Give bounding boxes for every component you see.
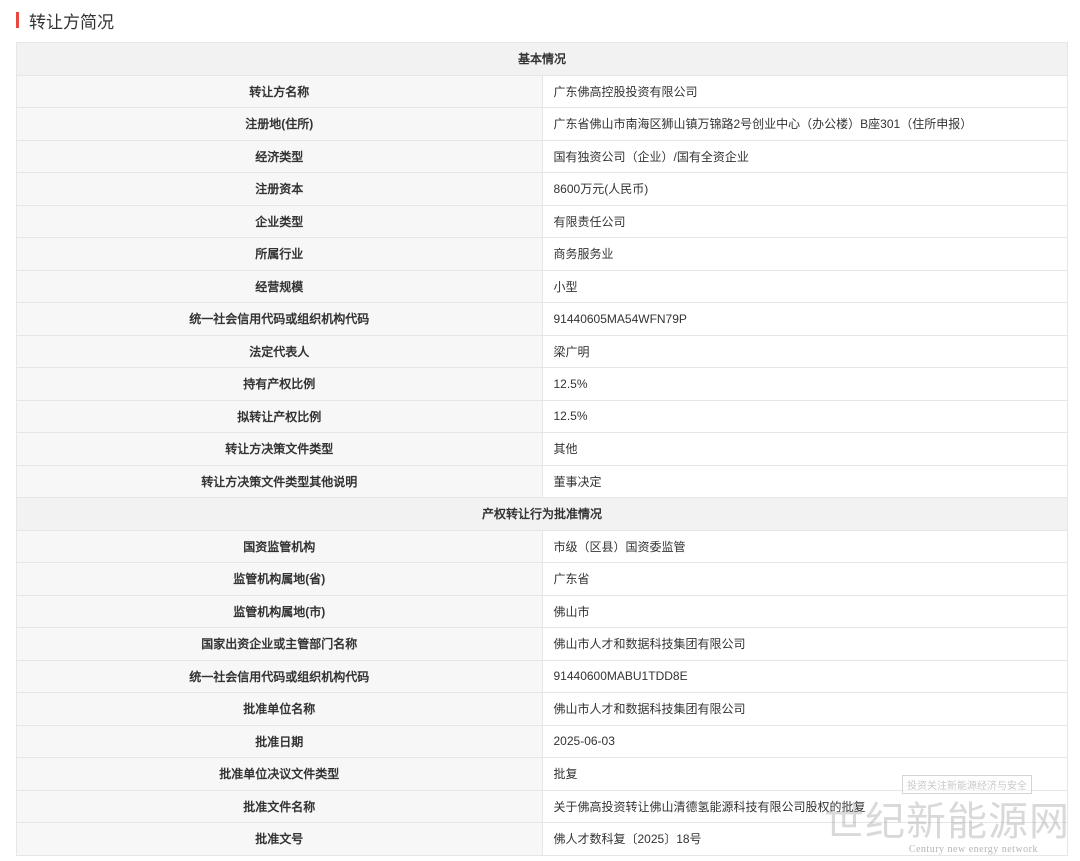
row-value: 佛山市人才和数据科技集团有限公司: [541, 692, 1068, 726]
row-label: 注册资本: [16, 172, 543, 206]
row-label: 批准日期: [16, 724, 543, 758]
table-row: 国资监管机构 市级（区县）国资委监管: [16, 529, 1068, 563]
table-row: 转让方决策文件类型 其他: [16, 432, 1068, 466]
row-label: 监管机构属地(市): [16, 594, 543, 628]
table-row: 所属行业 商务服务业: [16, 237, 1068, 271]
row-label: 所属行业: [16, 237, 543, 271]
row-value: 商务服务业: [541, 237, 1068, 271]
row-value: 佛山市人才和数据科技集团有限公司: [541, 627, 1068, 661]
row-value: 广东省: [541, 562, 1068, 596]
row-label: 持有产权比例: [16, 367, 543, 401]
info-table-body: 基本情况 转让方名称 广东佛高控股投资有限公司 注册地(住所) 广东省佛山市南海区狮山镇…: [16, 42, 1068, 856]
row-value: 佛人才数科复〔2025〕18号: [541, 822, 1068, 856]
row-value: 小型: [541, 269, 1068, 303]
row-value: 有限责任公司: [541, 204, 1068, 238]
table-row: 法定代表人 梁广明: [16, 334, 1068, 368]
section-heading: 基本情况: [16, 42, 1068, 76]
table-row: 统一社会信用代码或组织机构代码 91440605MA54WFN79P: [16, 302, 1068, 336]
row-label: 拟转让产权比例: [16, 399, 543, 433]
section-heading-row: 基本情况: [16, 42, 1068, 76]
table-row: 批准单位决议文件类型 批复: [16, 757, 1068, 791]
row-label: 经济类型: [16, 139, 543, 173]
row-value: 梁广明: [541, 334, 1068, 368]
row-value: 广东省佛山市南海区狮山镇万锦路2号创业中心（办公楼）B座301（住所申报）: [541, 107, 1068, 141]
row-label: 转让方名称: [16, 74, 543, 108]
row-label: 监管机构属地(省): [16, 562, 543, 596]
row-value: 91440600MABU1TDD8E: [541, 659, 1068, 693]
row-value: 12.5%: [541, 399, 1068, 433]
row-label: 经营规模: [16, 269, 543, 303]
row-value: 关于佛高投资转让佛山清德氢能源科技有限公司股权的批复: [541, 789, 1068, 823]
section-heading-row: 产权转让行为批准情况: [16, 497, 1068, 531]
row-label: 注册地(住所): [16, 107, 543, 141]
section-header: 转让方简况: [16, 8, 114, 32]
row-value: 8600万元(人民币): [541, 172, 1068, 206]
table-row: 监管机构属地(市) 佛山市: [16, 594, 1068, 628]
table-row: 转让方决策文件类型其他说明 董事决定: [16, 464, 1068, 498]
row-value: 批复: [541, 757, 1068, 791]
row-label: 转让方决策文件类型: [16, 432, 543, 466]
row-value: 91440605MA54WFN79P: [541, 302, 1068, 336]
row-label: 国家出资企业或主管部门名称: [16, 627, 543, 661]
table-row: 拟转让产权比例 12.5%: [16, 399, 1068, 433]
row-value: 佛山市: [541, 594, 1068, 628]
table-row: 批准文件名称 关于佛高投资转让佛山清德氢能源科技有限公司股权的批复: [16, 789, 1068, 823]
accent-bar: [16, 12, 19, 28]
row-value: 2025-06-03: [541, 724, 1068, 758]
table-row: 企业类型 有限责任公司: [16, 204, 1068, 238]
row-label: 批准文号: [16, 822, 543, 856]
section-heading: 产权转让行为批准情况: [16, 497, 1068, 531]
row-value: 市级（区县）国资委监管: [541, 529, 1068, 563]
table-row: 注册地(住所) 广东省佛山市南海区狮山镇万锦路2号创业中心（办公楼）B座301（住…: [16, 107, 1068, 141]
table-row: 批准日期 2025-06-03: [16, 724, 1068, 758]
table-row: 持有产权比例 12.5%: [16, 367, 1068, 401]
row-label: 统一社会信用代码或组织机构代码: [16, 302, 543, 336]
table-row: 国家出资企业或主管部门名称 佛山市人才和数据科技集团有限公司: [16, 627, 1068, 661]
table-row: 注册资本 8600万元(人民币): [16, 172, 1068, 206]
row-value: 其他: [541, 432, 1068, 466]
row-label: 统一社会信用代码或组织机构代码: [16, 659, 543, 693]
row-label: 企业类型: [16, 204, 543, 238]
row-value: 广东佛高控股投资有限公司: [541, 74, 1068, 108]
table-row: 经营规模 小型: [16, 269, 1068, 303]
table-row: 经济类型 国有独资公司（企业）/国有全资企业: [16, 139, 1068, 173]
row-label: 批准单位决议文件类型: [16, 757, 543, 791]
row-value: 国有独资公司（企业）/国有全资企业: [541, 139, 1068, 173]
table-row: 转让方名称 广东佛高控股投资有限公司: [16, 74, 1068, 108]
table-row: 批准单位名称 佛山市人才和数据科技集团有限公司: [16, 692, 1068, 726]
row-label: 转让方决策文件类型其他说明: [16, 464, 543, 498]
row-label: 国资监管机构: [16, 529, 543, 563]
table-row: 统一社会信用代码或组织机构代码 91440600MABU1TDD8E: [16, 659, 1068, 693]
row-label: 批准文件名称: [16, 789, 543, 823]
row-value: 董事决定: [541, 464, 1068, 498]
table-row: 批准文号 佛人才数科复〔2025〕18号: [16, 822, 1068, 856]
row-label: 法定代表人: [16, 334, 543, 368]
transferor-info-table: 基本情况 转让方名称 广东佛高控股投资有限公司 注册地(住所) 广东省佛山市南海区狮山镇…: [16, 42, 1068, 856]
section-title: 转让方简况: [29, 12, 114, 32]
row-value: 12.5%: [541, 367, 1068, 401]
row-label: 批准单位名称: [16, 692, 543, 726]
table-row: 监管机构属地(省) 广东省: [16, 562, 1068, 596]
